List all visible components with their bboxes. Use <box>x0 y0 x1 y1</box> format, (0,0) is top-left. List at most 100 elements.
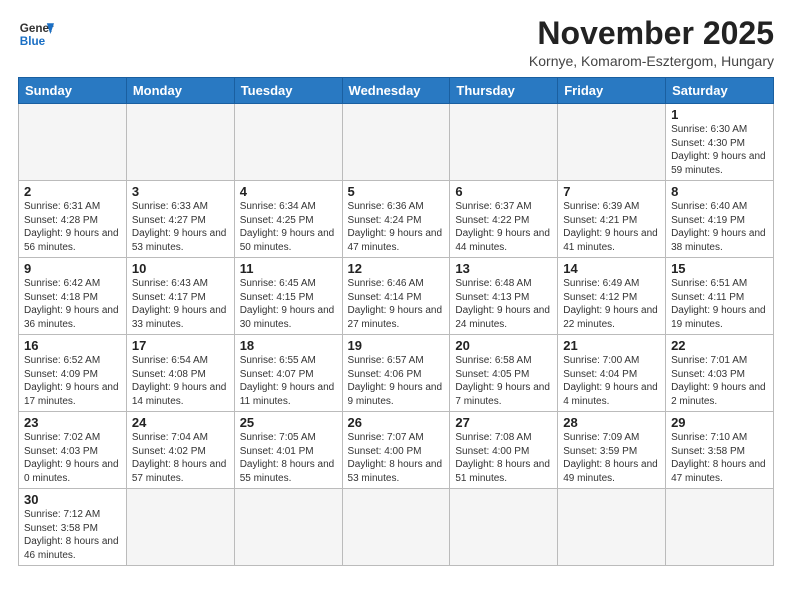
calendar-cell <box>342 489 450 566</box>
calendar-cell: 3Sunrise: 6:33 AM Sunset: 4:27 PM Daylig… <box>126 181 234 258</box>
header-thursday: Thursday <box>450 78 558 104</box>
calendar-cell: 18Sunrise: 6:55 AM Sunset: 4:07 PM Dayli… <box>234 335 342 412</box>
calendar-cell <box>450 489 558 566</box>
day-number: 9 <box>24 261 121 276</box>
day-number: 29 <box>671 415 768 430</box>
calendar-cell: 9Sunrise: 6:42 AM Sunset: 4:18 PM Daylig… <box>19 258 127 335</box>
day-number: 28 <box>563 415 660 430</box>
calendar-cell <box>126 489 234 566</box>
day-info: Sunrise: 6:39 AM Sunset: 4:21 PM Dayligh… <box>563 200 660 254</box>
calendar-cell: 6Sunrise: 6:37 AM Sunset: 4:22 PM Daylig… <box>450 181 558 258</box>
day-info: Sunrise: 7:01 AM Sunset: 4:03 PM Dayligh… <box>671 354 768 408</box>
header: General Blue November 2025 Kornye, Komar… <box>18 16 774 69</box>
day-info: Sunrise: 7:12 AM Sunset: 3:58 PM Dayligh… <box>24 508 121 562</box>
day-info: Sunrise: 7:07 AM Sunset: 4:00 PM Dayligh… <box>348 431 445 485</box>
day-info: Sunrise: 7:02 AM Sunset: 4:03 PM Dayligh… <box>24 431 121 485</box>
day-info: Sunrise: 6:36 AM Sunset: 4:24 PM Dayligh… <box>348 200 445 254</box>
calendar-cell: 16Sunrise: 6:52 AM Sunset: 4:09 PM Dayli… <box>19 335 127 412</box>
day-info: Sunrise: 6:57 AM Sunset: 4:06 PM Dayligh… <box>348 354 445 408</box>
day-number: 16 <box>24 338 121 353</box>
header-sunday: Sunday <box>19 78 127 104</box>
day-info: Sunrise: 6:30 AM Sunset: 4:30 PM Dayligh… <box>671 123 768 177</box>
day-info: Sunrise: 6:37 AM Sunset: 4:22 PM Dayligh… <box>455 200 552 254</box>
day-number: 18 <box>240 338 337 353</box>
calendar-cell <box>19 104 127 181</box>
day-info: Sunrise: 6:58 AM Sunset: 4:05 PM Dayligh… <box>455 354 552 408</box>
day-info: Sunrise: 6:46 AM Sunset: 4:14 PM Dayligh… <box>348 277 445 331</box>
day-info: Sunrise: 7:08 AM Sunset: 4:00 PM Dayligh… <box>455 431 552 485</box>
calendar-cell: 1Sunrise: 6:30 AM Sunset: 4:30 PM Daylig… <box>666 104 774 181</box>
day-number: 23 <box>24 415 121 430</box>
calendar-cell: 17Sunrise: 6:54 AM Sunset: 4:08 PM Dayli… <box>126 335 234 412</box>
calendar-week-3: 9Sunrise: 6:42 AM Sunset: 4:18 PM Daylig… <box>19 258 774 335</box>
calendar-week-6: 30Sunrise: 7:12 AM Sunset: 3:58 PM Dayli… <box>19 489 774 566</box>
calendar-cell: 19Sunrise: 6:57 AM Sunset: 4:06 PM Dayli… <box>342 335 450 412</box>
day-header-row: Sunday Monday Tuesday Wednesday Thursday… <box>19 78 774 104</box>
calendar-cell <box>666 489 774 566</box>
calendar-cell: 15Sunrise: 6:51 AM Sunset: 4:11 PM Dayli… <box>666 258 774 335</box>
day-info: Sunrise: 6:54 AM Sunset: 4:08 PM Dayligh… <box>132 354 229 408</box>
calendar-cell <box>558 489 666 566</box>
calendar-cell <box>126 104 234 181</box>
header-tuesday: Tuesday <box>234 78 342 104</box>
day-number: 21 <box>563 338 660 353</box>
calendar-cell: 30Sunrise: 7:12 AM Sunset: 3:58 PM Dayli… <box>19 489 127 566</box>
calendar-cell: 23Sunrise: 7:02 AM Sunset: 4:03 PM Dayli… <box>19 412 127 489</box>
calendar-cell: 7Sunrise: 6:39 AM Sunset: 4:21 PM Daylig… <box>558 181 666 258</box>
day-info: Sunrise: 6:49 AM Sunset: 4:12 PM Dayligh… <box>563 277 660 331</box>
calendar-cell: 28Sunrise: 7:09 AM Sunset: 3:59 PM Dayli… <box>558 412 666 489</box>
calendar-cell: 26Sunrise: 7:07 AM Sunset: 4:00 PM Dayli… <box>342 412 450 489</box>
logo: General Blue <box>18 16 54 52</box>
calendar-cell: 22Sunrise: 7:01 AM Sunset: 4:03 PM Dayli… <box>666 335 774 412</box>
day-info: Sunrise: 7:09 AM Sunset: 3:59 PM Dayligh… <box>563 431 660 485</box>
day-info: Sunrise: 6:45 AM Sunset: 4:15 PM Dayligh… <box>240 277 337 331</box>
day-info: Sunrise: 7:05 AM Sunset: 4:01 PM Dayligh… <box>240 431 337 485</box>
calendar-table: Sunday Monday Tuesday Wednesday Thursday… <box>18 77 774 566</box>
day-number: 2 <box>24 184 121 199</box>
day-number: 22 <box>671 338 768 353</box>
svg-text:Blue: Blue <box>20 35 46 48</box>
calendar-cell <box>450 104 558 181</box>
day-number: 27 <box>455 415 552 430</box>
calendar-cell: 29Sunrise: 7:10 AM Sunset: 3:58 PM Dayli… <box>666 412 774 489</box>
calendar-cell: 27Sunrise: 7:08 AM Sunset: 4:00 PM Dayli… <box>450 412 558 489</box>
day-number: 5 <box>348 184 445 199</box>
day-number: 10 <box>132 261 229 276</box>
calendar-cell: 2Sunrise: 6:31 AM Sunset: 4:28 PM Daylig… <box>19 181 127 258</box>
calendar-page: General Blue November 2025 Kornye, Komar… <box>0 0 792 612</box>
header-wednesday: Wednesday <box>342 78 450 104</box>
calendar-cell: 12Sunrise: 6:46 AM Sunset: 4:14 PM Dayli… <box>342 258 450 335</box>
calendar-cell: 4Sunrise: 6:34 AM Sunset: 4:25 PM Daylig… <box>234 181 342 258</box>
day-number: 25 <box>240 415 337 430</box>
day-info: Sunrise: 6:31 AM Sunset: 4:28 PM Dayligh… <box>24 200 121 254</box>
day-info: Sunrise: 6:55 AM Sunset: 4:07 PM Dayligh… <box>240 354 337 408</box>
day-number: 4 <box>240 184 337 199</box>
calendar-cell <box>234 104 342 181</box>
day-number: 17 <box>132 338 229 353</box>
day-number: 30 <box>24 492 121 507</box>
calendar-cell: 5Sunrise: 6:36 AM Sunset: 4:24 PM Daylig… <box>342 181 450 258</box>
day-info: Sunrise: 6:52 AM Sunset: 4:09 PM Dayligh… <box>24 354 121 408</box>
calendar-cell: 20Sunrise: 6:58 AM Sunset: 4:05 PM Dayli… <box>450 335 558 412</box>
day-number: 20 <box>455 338 552 353</box>
day-number: 24 <box>132 415 229 430</box>
day-number: 1 <box>671 107 768 122</box>
calendar-week-2: 2Sunrise: 6:31 AM Sunset: 4:28 PM Daylig… <box>19 181 774 258</box>
calendar-cell: 25Sunrise: 7:05 AM Sunset: 4:01 PM Dayli… <box>234 412 342 489</box>
day-number: 3 <box>132 184 229 199</box>
day-number: 6 <box>455 184 552 199</box>
day-number: 11 <box>240 261 337 276</box>
day-number: 26 <box>348 415 445 430</box>
calendar-cell: 21Sunrise: 7:00 AM Sunset: 4:04 PM Dayli… <box>558 335 666 412</box>
day-info: Sunrise: 6:51 AM Sunset: 4:11 PM Dayligh… <box>671 277 768 331</box>
calendar-cell: 11Sunrise: 6:45 AM Sunset: 4:15 PM Dayli… <box>234 258 342 335</box>
day-info: Sunrise: 6:42 AM Sunset: 4:18 PM Dayligh… <box>24 277 121 331</box>
title-block: November 2025 Kornye, Komarom-Esztergom,… <box>529 16 774 69</box>
calendar-week-4: 16Sunrise: 6:52 AM Sunset: 4:09 PM Dayli… <box>19 335 774 412</box>
day-info: Sunrise: 6:48 AM Sunset: 4:13 PM Dayligh… <box>455 277 552 331</box>
day-number: 14 <box>563 261 660 276</box>
day-info: Sunrise: 7:10 AM Sunset: 3:58 PM Dayligh… <box>671 431 768 485</box>
day-info: Sunrise: 6:40 AM Sunset: 4:19 PM Dayligh… <box>671 200 768 254</box>
calendar-cell <box>342 104 450 181</box>
day-info: Sunrise: 7:00 AM Sunset: 4:04 PM Dayligh… <box>563 354 660 408</box>
